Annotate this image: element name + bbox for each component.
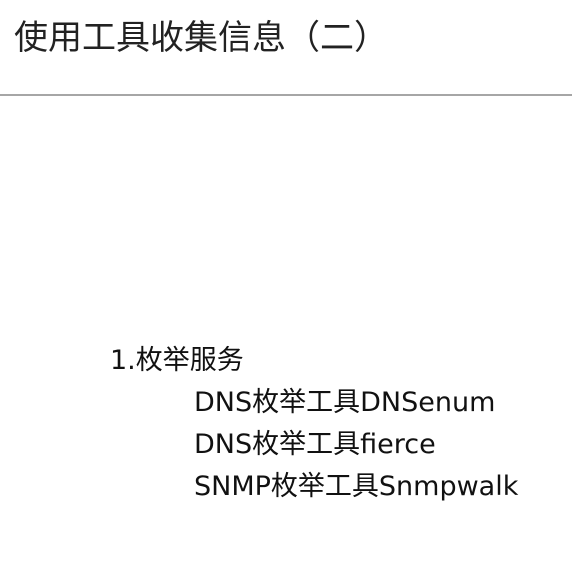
slide-content: 1.枚举服务 DNS枚举工具DNSenum DNS枚举工具fierce SNMP… — [110, 340, 570, 508]
slide: 使用工具收集信息（二） 1.枚举服务 DNS枚举工具DNSenum DNS枚举工… — [0, 0, 572, 575]
list-item-fierce: DNS枚举工具fierce — [194, 429, 436, 460]
list-item-dnsenum: DNS枚举工具DNSenum — [194, 387, 496, 418]
section-heading: 1.枚举服务 — [110, 345, 244, 376]
title-divider — [0, 94, 572, 96]
list-item-snmpwalk: SNMP枚举工具Snmpwalk — [194, 471, 519, 502]
slide-title: 使用工具收集信息（二） — [14, 18, 388, 58]
